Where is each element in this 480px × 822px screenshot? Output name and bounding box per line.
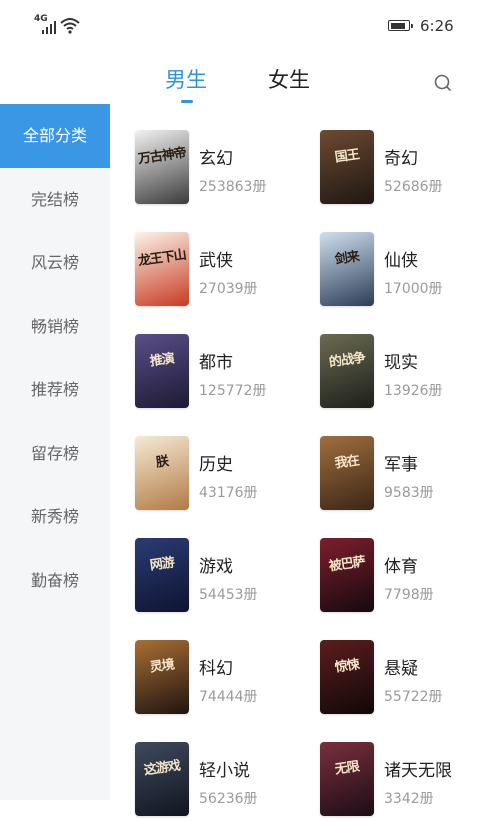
book-cover-image: 网游 [135, 538, 189, 612]
cover-title: 被巴萨 [328, 554, 366, 575]
category-name: 都市 [199, 353, 233, 373]
status-bar: 4G 6:26 [0, 0, 480, 52]
category-item[interactable]: 国王 奇幻 52686册 [320, 130, 480, 210]
category-name: 武侠 [199, 251, 233, 271]
category-name: 仙侠 [384, 251, 418, 271]
category-item[interactable]: 龙王下山 武侠 27039册 [135, 232, 295, 312]
category-book-count: 43176册 [199, 485, 258, 501]
category-item[interactable]: 朕 历史 43176册 [135, 436, 295, 516]
category-name: 轻小说 [199, 761, 250, 781]
category-name: 玄幻 [199, 149, 233, 169]
category-book-count: 9583册 [384, 485, 434, 501]
cover-title: 剑来 [333, 249, 360, 268]
battery-level [390, 22, 405, 29]
tab-female[interactable]: 女生 [268, 64, 310, 94]
book-cover-image: 灵境 [135, 640, 189, 714]
category-item[interactable]: 灵境 科幻 74444册 [135, 640, 295, 720]
category-name: 科幻 [199, 659, 233, 679]
sidebar-item[interactable]: 勤奋榜 [0, 549, 110, 613]
book-cover-image: 朕 [135, 436, 189, 510]
search-icon[interactable] [432, 72, 454, 94]
category-item[interactable]: 惊悚 悬疑 55722册 [320, 640, 480, 720]
book-cover-image: 惊悚 [320, 640, 374, 714]
sidebar-item[interactable]: 全部分类 [0, 104, 110, 168]
category-name: 奇幻 [384, 149, 418, 169]
cover-title: 网游 [148, 555, 175, 574]
cover-title: 国王 [333, 147, 360, 166]
category-book-count: 17000册 [384, 281, 443, 297]
category-book-count: 253863册 [199, 179, 267, 195]
category-item[interactable]: 我在 军事 9583册 [320, 436, 480, 516]
cover-title: 的战争 [328, 350, 366, 371]
book-cover-image: 的战争 [320, 334, 374, 408]
cover-title: 万古神帝 [137, 145, 187, 168]
cover-title: 惊悚 [333, 657, 360, 676]
category-item[interactable]: 万古神帝 玄幻 253863册 [135, 130, 295, 210]
category-item[interactable]: 无限 诸天无限 3342册 [320, 742, 480, 822]
sidebar-item[interactable]: 完结榜 [0, 168, 110, 232]
book-cover-image: 我在 [320, 436, 374, 510]
category-sidebar: 全部分类 完结榜 风云榜 畅销榜 推荐榜 留存榜 新秀榜 勤奋榜 [0, 104, 110, 800]
sidebar-item[interactable]: 推荐榜 [0, 358, 110, 422]
book-cover-image: 剑来 [320, 232, 374, 306]
category-item[interactable]: 网游 游戏 54453册 [135, 538, 295, 618]
battery-icon [388, 20, 413, 31]
sidebar-item[interactable]: 畅销榜 [0, 295, 110, 359]
signal-icon: 4G [34, 14, 80, 36]
cover-title: 朕 [154, 454, 169, 471]
category-name: 诸天无限 [384, 761, 452, 781]
category-item[interactable]: 剑来 仙侠 17000册 [320, 232, 480, 312]
category-name: 历史 [199, 455, 233, 475]
cover-title: 灵境 [148, 657, 175, 676]
book-cover-image: 国王 [320, 130, 374, 204]
category-book-count: 54453册 [199, 587, 258, 603]
book-cover-image: 这游戏 [135, 742, 189, 816]
category-book-count: 7798册 [384, 587, 434, 603]
category-name: 游戏 [199, 557, 233, 577]
wifi-icon [60, 18, 80, 34]
sidebar-item[interactable]: 风云榜 [0, 231, 110, 295]
category-book-count: 56236册 [199, 791, 258, 807]
sidebar-item[interactable]: 新秀榜 [0, 485, 110, 549]
tab-male[interactable]: 男生 [165, 64, 207, 103]
book-cover-image: 万古神帝 [135, 130, 189, 204]
clock: 6:26 [420, 17, 454, 35]
category-name: 体育 [384, 557, 418, 577]
book-cover-image: 无限 [320, 742, 374, 816]
category-item[interactable]: 这游戏 轻小说 56236册 [135, 742, 295, 822]
cover-title: 推演 [148, 351, 175, 370]
category-book-count: 125772册 [199, 383, 267, 399]
sidebar-item[interactable]: 留存榜 [0, 422, 110, 486]
cover-title: 我在 [333, 453, 360, 472]
book-cover-image: 推演 [135, 334, 189, 408]
book-cover-image: 被巴萨 [320, 538, 374, 612]
cover-title: 无限 [333, 759, 360, 778]
cover-title: 这游戏 [143, 758, 181, 779]
cover-title: 龙王下山 [137, 247, 187, 270]
category-book-count: 52686册 [384, 179, 443, 195]
category-book-count: 13926册 [384, 383, 443, 399]
category-item[interactable]: 被巴萨 体育 7798册 [320, 538, 480, 618]
category-item[interactable]: 的战争 现实 13926册 [320, 334, 480, 414]
category-name: 现实 [384, 353, 418, 373]
category-item[interactable]: 推演 都市 125772册 [135, 334, 295, 414]
category-book-count: 27039册 [199, 281, 258, 297]
book-cover-image: 龙王下山 [135, 232, 189, 306]
category-book-count: 55722册 [384, 689, 443, 705]
category-name: 军事 [384, 455, 418, 475]
category-name: 悬疑 [384, 659, 418, 679]
category-book-count: 3342册 [384, 791, 434, 807]
category-book-count: 74444册 [199, 689, 258, 705]
gender-tabs: 男生 女生 [0, 52, 480, 104]
